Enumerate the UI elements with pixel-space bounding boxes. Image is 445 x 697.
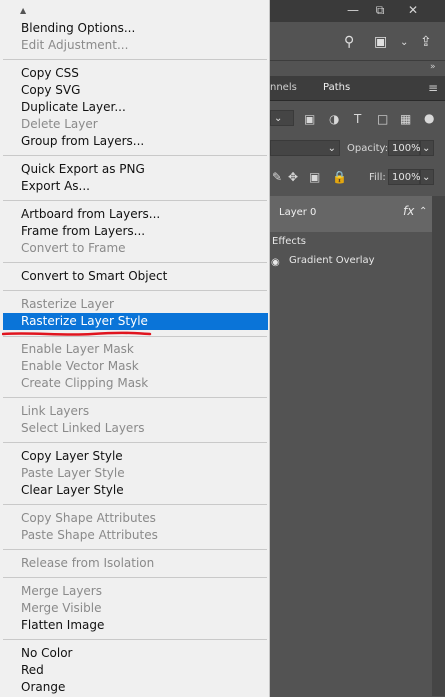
eye-icon[interactable]: ◉ [271, 257, 280, 268]
menu-separator [3, 442, 267, 443]
panel-collapse-icon[interactable]: » [430, 62, 436, 72]
menu-item-clear-layer-style[interactable]: Clear Layer Style [21, 482, 124, 499]
options-bar: ⚲ ▣ ⌄ ⇪ [270, 22, 445, 61]
scroll-up-icon[interactable]: ▲ [20, 6, 26, 15]
share-icon[interactable]: ⇪ [420, 34, 432, 50]
fill-label: Fill: [369, 172, 386, 183]
fx-icon[interactable]: fx [403, 204, 414, 218]
menu-separator [3, 200, 267, 201]
expand-effects-icon[interactable]: ⌃ [419, 206, 427, 217]
blend-row: ⌄ Opacity: 100% ⌄ [270, 140, 445, 164]
menu-item-copy-css[interactable]: Copy CSS [21, 65, 79, 82]
menu-item-flatten-image[interactable]: Flatten Image [21, 617, 104, 634]
opacity-dropdown-icon[interactable]: ⌄ [420, 140, 434, 156]
lock-pixels-icon[interactable]: ✎ [272, 170, 282, 184]
menu-separator [3, 504, 267, 505]
menu-item-delete-layer[interactable]: Delete Layer [21, 116, 98, 133]
fill-dropdown-icon[interactable]: ⌄ [420, 169, 434, 185]
layer-row[interactable]: Layer 0 fx ⌃ [270, 196, 432, 232]
filter-toggle-icon[interactable]: ● [424, 111, 434, 125]
tab-paths[interactable]: Paths [323, 76, 350, 100]
artboard-lock-icon[interactable]: ▣ [309, 170, 320, 184]
menu-item-group-from-layers[interactable]: Group from Layers... [21, 133, 144, 150]
smart-object-filter-icon[interactable]: ▦ [400, 112, 411, 126]
search-icon[interactable]: ⚲ [344, 34, 354, 50]
filter-kind-select[interactable]: ⌄ [270, 110, 294, 126]
type-filter-icon[interactable]: T [354, 112, 361, 126]
menu-item-convert-to-frame[interactable]: Convert to Frame [21, 240, 126, 257]
menu-item-select-linked-layers[interactable]: Select Linked Layers [21, 420, 145, 437]
menu-separator [3, 549, 267, 550]
menu-item-red[interactable]: Red [21, 662, 44, 679]
menu-separator [3, 639, 267, 640]
blend-mode-select[interactable]: ⌄ [270, 140, 340, 156]
opacity-label: Opacity: [347, 143, 389, 154]
menu-item-paste-layer-style[interactable]: Paste Layer Style [21, 465, 125, 482]
menu-item-export-as[interactable]: Export As... [21, 178, 90, 195]
fill-input[interactable]: 100% [388, 169, 421, 185]
effects-label: Effects [272, 236, 306, 247]
menu-item-copy-layer-style[interactable]: Copy Layer Style [21, 448, 123, 465]
menu-item-rasterize-layer[interactable]: Rasterize Layer [21, 296, 114, 313]
workspace-icon[interactable]: ▣ [374, 34, 387, 50]
lock-row: ✎ ✥ ▣ 🔒 Fill: 100% ⌄ [270, 168, 445, 192]
menu-separator [3, 290, 267, 291]
minimize-icon[interactable]: — [340, 0, 366, 20]
lock-position-icon[interactable]: ✥ [288, 170, 298, 184]
tab-channels[interactable]: nnels [270, 76, 297, 100]
menu-separator [3, 577, 267, 578]
menu-item-enable-layer-mask[interactable]: Enable Layer Mask [21, 341, 134, 358]
menu-item-duplicate-layer[interactable]: Duplicate Layer... [21, 99, 126, 116]
menu-separator [3, 397, 267, 398]
panel-tabs: nnels Paths ≡ [270, 76, 445, 101]
menu-item-artboard-from-layers[interactable]: Artboard from Layers... [21, 206, 160, 223]
menu-item-paste-shape-attributes[interactable]: Paste Shape Attributes [21, 527, 158, 544]
menu-item-merge-layers[interactable]: Merge Layers [21, 583, 102, 600]
menu-item-merge-visible[interactable]: Merge Visible [21, 600, 101, 617]
menu-item-edit-adjustment[interactable]: Edit Adjustment... [21, 37, 128, 54]
menu-item-blending-options[interactable]: Blending Options... [21, 20, 135, 37]
panel-menu-icon[interactable]: ≡ [428, 76, 438, 100]
filter-row: ⌄ ▣ ◑ T □ ▦ ● [270, 110, 445, 134]
menu-item-frame-from-layers[interactable]: Frame from Layers... [21, 223, 145, 240]
layer-name: Layer 0 [279, 207, 317, 218]
menu-item-create-clipping-mask[interactable]: Create Clipping Mask [21, 375, 148, 392]
menu-item-link-layers[interactable]: Link Layers [21, 403, 89, 420]
layers-scrollbar[interactable] [432, 196, 445, 696]
adjustment-filter-icon[interactable]: ◑ [329, 112, 339, 126]
menu-separator [3, 336, 267, 337]
opacity-input[interactable]: 100% [388, 140, 421, 156]
gradient-overlay-effect[interactable]: Gradient Overlay [289, 255, 375, 266]
restore-icon[interactable]: ⧉ [367, 0, 393, 20]
shape-filter-icon[interactable]: □ [377, 112, 388, 126]
menu-item-copy-shape-attributes[interactable]: Copy Shape Attributes [21, 510, 156, 527]
menu-item-enable-vector-mask[interactable]: Enable Vector Mask [21, 358, 139, 375]
title-bar: — ⧉ ✕ [270, 0, 445, 22]
menu-separator [3, 155, 267, 156]
menu-item-rasterize-layer-style[interactable]: Rasterize Layer Style [21, 313, 148, 330]
menu-item-release-from-isolation[interactable]: Release from Isolation [21, 555, 154, 572]
lock-all-icon[interactable]: 🔒 [332, 170, 347, 184]
menu-item-convert-to-smart-object[interactable]: Convert to Smart Object [21, 268, 167, 285]
menu-separator [3, 262, 267, 263]
menu-item-orange[interactable]: Orange [21, 679, 65, 696]
close-icon[interactable]: ✕ [400, 0, 426, 20]
image-filter-icon[interactable]: ▣ [304, 112, 315, 126]
menu-item-quick-export-png[interactable]: Quick Export as PNG [21, 161, 145, 178]
chevron-down-icon[interactable]: ⌄ [400, 37, 408, 48]
menu-separator [3, 59, 267, 60]
layer-context-menu: ▲ Blending Options... Edit Adjustment...… [0, 0, 270, 697]
menu-item-no-color[interactable]: No Color [21, 645, 72, 662]
menu-item-copy-svg[interactable]: Copy SVG [21, 82, 80, 99]
